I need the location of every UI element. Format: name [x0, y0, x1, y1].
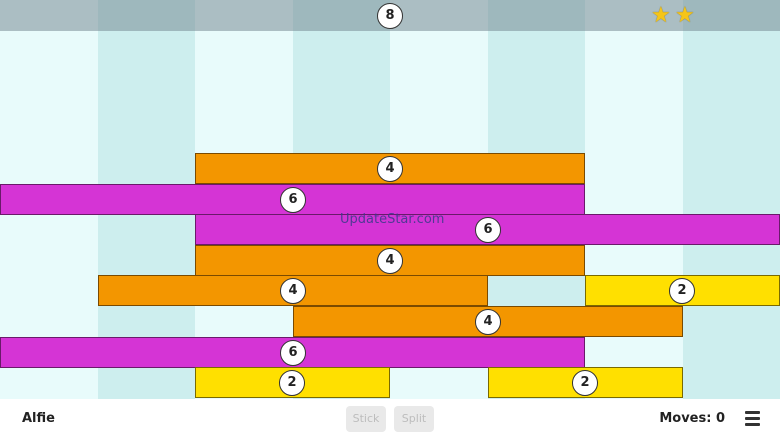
bottom-toolbar: Alfie Stick Split Moves: 0: [0, 399, 780, 439]
rod-value-badge: 4: [475, 309, 501, 335]
number-rod[interactable]: 6: [0, 184, 585, 215]
rod-value-badge: 2: [669, 278, 695, 304]
number-rod[interactable]: 6: [195, 214, 780, 245]
rod-value-badge: 4: [377, 248, 403, 274]
rod-value-badge: 4: [377, 156, 403, 182]
board-column: [585, 0, 683, 399]
menu-line: [745, 423, 760, 426]
stick-button[interactable]: Stick: [346, 406, 386, 432]
menu-line: [745, 417, 760, 420]
rod-value-badge: 6: [475, 217, 501, 243]
number-rod[interactable]: 4: [195, 153, 585, 184]
number-rod[interactable]: 6: [0, 337, 585, 368]
rod-value-badge: 4: [280, 278, 306, 304]
number-rod[interactable]: 4: [98, 275, 488, 306]
number-rod[interactable]: 4: [195, 245, 585, 276]
target-bar: 8 ★ ★: [0, 0, 780, 31]
number-rod[interactable]: 2: [488, 367, 683, 398]
watermark: UpdateStar.com: [340, 212, 445, 227]
number-rod[interactable]: 2: [195, 367, 390, 398]
menu-line: [745, 411, 760, 414]
star-icon: ★: [675, 3, 695, 28]
rod-value-badge: 6: [280, 187, 306, 213]
board-column: [683, 0, 780, 399]
target-number-badge: 8: [377, 3, 403, 29]
hamburger-menu-icon[interactable]: [745, 411, 760, 426]
rod-value-badge: 2: [279, 370, 305, 396]
game-board: 8 ★ ★ 4 6 6 4 4 2 4 6 2 2 UpdateStar.com: [0, 0, 780, 399]
number-rod[interactable]: 4: [293, 306, 683, 337]
split-button[interactable]: Split: [394, 406, 434, 432]
number-rod[interactable]: 2: [585, 275, 780, 306]
moves-counter: Moves: 0: [659, 411, 725, 426]
rod-value-badge: 2: [572, 370, 598, 396]
star-icon: ★: [651, 3, 671, 28]
player-name: Alfie: [22, 411, 55, 426]
rod-value-badge: 6: [280, 340, 306, 366]
